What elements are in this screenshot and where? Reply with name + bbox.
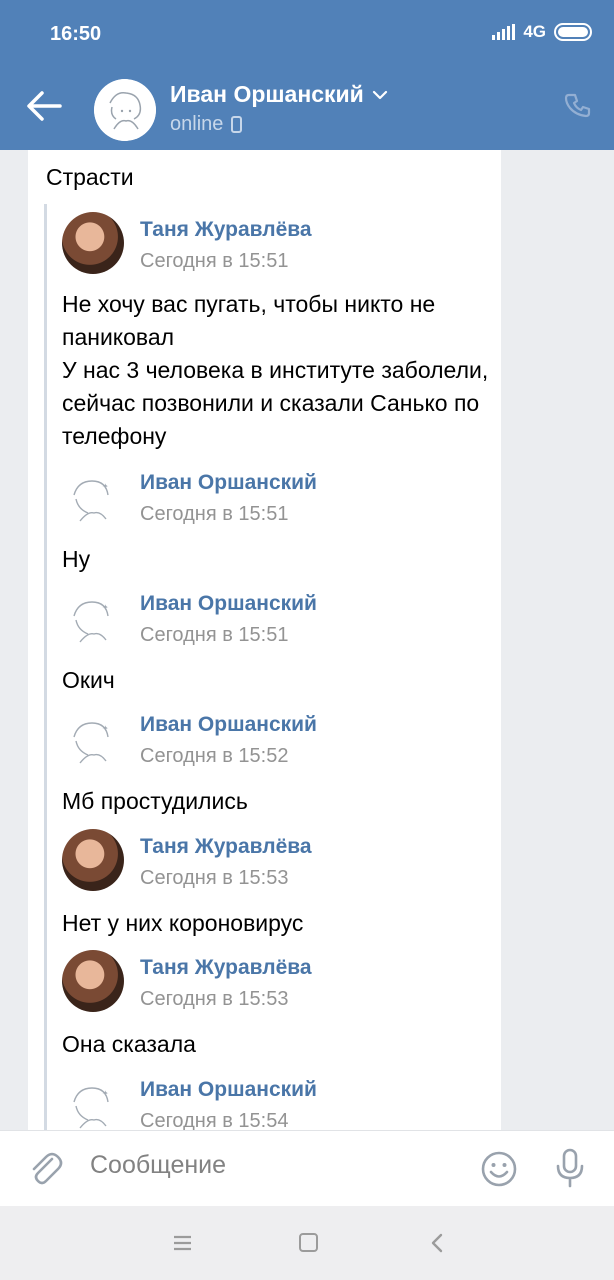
message-bubble[interactable]: Страсти Таня Журавлёва Сегодня в 15:51 Н… xyxy=(28,150,501,1130)
author-avatar[interactable]: ✦ xyxy=(62,465,124,527)
svg-text:✦: ✦ xyxy=(102,482,109,491)
author-avatar[interactable]: ✦ xyxy=(62,707,124,769)
author-name[interactable]: Иван Оршанский xyxy=(140,592,317,616)
status-label: online xyxy=(170,113,224,135)
chevron-down-icon xyxy=(372,90,387,99)
contact-name-button[interactable]: Иван Оршанский xyxy=(170,81,388,108)
message-time: Сегодня в 15:53 xyxy=(140,867,289,889)
author-avatar[interactable] xyxy=(62,829,124,891)
message-time: Сегодня в 15:51 xyxy=(140,624,289,646)
svg-text:✦: ✦ xyxy=(102,724,109,733)
author-avatar[interactable]: ✦ xyxy=(62,586,124,648)
mobile-icon xyxy=(231,116,243,133)
signal-icon xyxy=(492,24,516,40)
author-avatar[interactable] xyxy=(62,212,124,274)
contact-name: Иван Оршанский xyxy=(170,81,364,107)
system-nav-bar xyxy=(0,1206,614,1280)
message-time: Сегодня в 15:51 xyxy=(140,250,289,272)
author-avatar[interactable] xyxy=(62,950,124,1012)
svg-text:✦: ✦ xyxy=(102,603,109,612)
arrow-left-icon[interactable] xyxy=(24,88,64,124)
message-time: Сегодня в 15:52 xyxy=(140,745,289,767)
network-type: 4G xyxy=(523,22,546,41)
message-input[interactable]: Сообщение xyxy=(90,1151,226,1180)
forwarded-text: Она сказала xyxy=(62,1031,196,1057)
message-composer: Сообщение xyxy=(0,1130,614,1206)
forwarded-text: Ну xyxy=(62,546,91,572)
forwarded-text: Нет у них короновирус xyxy=(62,910,304,936)
message-text: Страсти xyxy=(46,164,134,190)
author-name[interactable]: Таня Журавлёва xyxy=(140,835,312,859)
contact-avatar[interactable] xyxy=(94,79,156,141)
forwarded-text: Не хочу вас пугать, чтобы никто не паник… xyxy=(62,291,489,449)
forwarded-text: Окич xyxy=(62,667,115,693)
author-name[interactable]: Иван Оршанский xyxy=(140,471,317,495)
nav-back-icon[interactable] xyxy=(430,1233,444,1253)
author-name[interactable]: Иван Оршанский xyxy=(140,713,317,737)
author-name[interactable]: Иван Оршанский xyxy=(140,1078,317,1102)
paperclip-icon[interactable] xyxy=(26,1149,64,1187)
author-name[interactable]: Таня Журавлёва xyxy=(140,956,312,980)
message-time: Сегодня в 15:53 xyxy=(140,988,289,1010)
forwarded-text: Мб простудились xyxy=(62,788,248,814)
author-avatar[interactable]: ✦ xyxy=(62,1072,124,1130)
home-icon[interactable] xyxy=(299,1233,318,1252)
forward-line xyxy=(44,204,47,1130)
battery-icon xyxy=(554,23,592,41)
menu-icon[interactable] xyxy=(173,1235,192,1251)
svg-text:✦: ✦ xyxy=(102,1089,109,1098)
message-time: Сегодня в 15:51 xyxy=(140,503,289,525)
contact-status: online xyxy=(170,113,243,136)
chat-header: 16:50 4G Иван Оршанский online xyxy=(0,0,614,150)
status-bar: 16:50 4G xyxy=(0,0,614,70)
phone-icon[interactable] xyxy=(564,92,592,120)
status-time: 16:50 xyxy=(50,23,102,45)
smile-icon[interactable] xyxy=(480,1150,518,1188)
message-time: Сегодня в 15:54 xyxy=(140,1110,289,1130)
author-name[interactable]: Таня Журавлёва xyxy=(140,218,312,242)
microphone-icon[interactable] xyxy=(554,1148,586,1188)
status-indicators: 4G xyxy=(492,22,592,42)
